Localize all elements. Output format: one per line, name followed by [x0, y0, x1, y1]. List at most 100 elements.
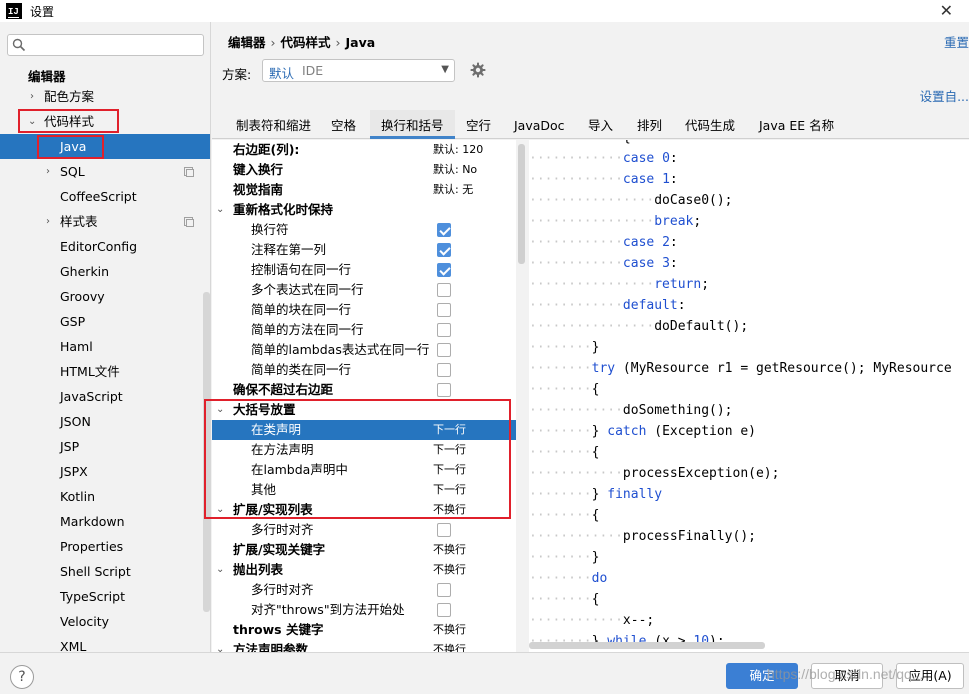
sidebar-item-jsp[interactable]: JSP [0, 434, 210, 459]
settings-search[interactable] [7, 34, 204, 56]
setting-checkbox[interactable] [437, 523, 451, 537]
tab-arrangement[interactable]: 排列 [626, 110, 673, 139]
scheme-select[interactable]: 默认 IDE ▼ [262, 59, 455, 82]
chevron-down-icon[interactable]: ⌄ [216, 200, 224, 220]
sidebar-item-label: EditorConfig [60, 239, 138, 254]
code-line: ········} finally [529, 484, 969, 505]
code-token: doCase0(); [654, 193, 733, 208]
reset-link[interactable]: 重置 [944, 32, 969, 51]
gear-icon[interactable] [470, 62, 486, 78]
setting-value[interactable]: 默认: No [433, 160, 477, 180]
set-from-link[interactable]: 设置自... [920, 86, 969, 105]
sidebar-item-typescript[interactable]: TypeScript [0, 584, 210, 609]
setting-row[interactable]: 键入换行 默认: No [212, 160, 516, 180]
setting-value[interactable]: 默认: 无 [433, 180, 473, 200]
code-keyword: try [591, 361, 616, 376]
search-icon [12, 38, 26, 52]
setting-checkbox[interactable] [437, 283, 451, 297]
sidebar-item-properties[interactable]: Properties [0, 534, 210, 559]
sidebar-item-jspx[interactable]: JSPX [0, 459, 210, 484]
setting-checkbox[interactable] [437, 303, 451, 317]
tab-code-generation[interactable]: 代码生成 [674, 110, 746, 139]
sidebar-item-xml[interactable]: XML [0, 634, 210, 652]
sidebar-item-groovy[interactable]: Groovy [0, 284, 210, 309]
sidebar-item-sql[interactable]: › SQL [0, 159, 210, 184]
tab-blank-lines[interactable]: 空行 [455, 110, 502, 139]
setting-checkbox[interactable] [437, 383, 451, 397]
sidebar-item-color-scheme[interactable]: › 配色方案 [0, 84, 210, 109]
sidebar-item-json[interactable]: JSON [0, 409, 210, 434]
chevron-down-icon[interactable]: ⌄ [216, 640, 224, 652]
setting-row[interactable]: 控制语句在同一行 [212, 260, 516, 280]
sidebar-item-stylesheets[interactable]: › 样式表 [0, 209, 210, 234]
chevron-right-icon[interactable]: › [46, 209, 50, 234]
sidebar-item-java[interactable]: Java [0, 134, 210, 159]
setting-value[interactable]: 不换行 [433, 620, 466, 640]
close-icon[interactable]: ✕ [940, 1, 953, 20]
setting-row[interactable]: 换行符 [212, 220, 516, 240]
sidebar-item-gherkin[interactable]: Gherkin [0, 259, 210, 284]
setting-row[interactable]: 确保不超过右边距 [212, 380, 516, 400]
setting-row[interactable]: 注释在第一列 [212, 240, 516, 260]
setting-row[interactable]: 简单的lambdas表达式在同一行 [212, 340, 516, 360]
setting-checkbox[interactable] [437, 223, 451, 237]
setting-group[interactable]: ⌄ 重新格式化时保持 [212, 200, 516, 220]
chevron-right-icon[interactable]: › [30, 84, 34, 109]
setting-row[interactable]: 多个表达式在同一行 [212, 280, 516, 300]
sidebar-item-html[interactable]: HTML文件 [0, 359, 210, 384]
setting-checkbox[interactable] [437, 263, 451, 277]
scroll-thumb[interactable] [518, 144, 525, 264]
sidebar-item-label: HTML文件 [60, 364, 120, 379]
sidebar-item-velocity[interactable]: Velocity [0, 609, 210, 634]
setting-row[interactable]: 视觉指南 默认: 无 [212, 180, 516, 200]
watermark: https://blog.csdn.net/qq... [767, 666, 924, 682]
tab-wrapping-and-braces[interactable]: 换行和括号 [370, 110, 455, 139]
tab-imports[interactable]: 导入 [577, 110, 624, 139]
setting-group[interactable]: ⌄ 抛出列表 不换行 [212, 560, 516, 580]
chevron-down-icon[interactable]: ⌄ [216, 560, 224, 580]
setting-value[interactable]: 默认: 120 [433, 140, 483, 160]
scheme-label: 方案: [222, 67, 252, 82]
chevron-right-icon[interactable]: › [46, 159, 50, 184]
tab-tabs-and-indents[interactable]: 制表符和缩进 [225, 110, 322, 139]
sidebar-item-javascript[interactable]: JavaScript [0, 384, 210, 409]
setting-checkbox[interactable] [437, 583, 451, 597]
sidebar-item-editorconfig[interactable]: EditorConfig [0, 234, 210, 259]
sidebar-item-kotlin[interactable]: Kotlin [0, 484, 210, 509]
setting-row[interactable]: 简单的方法在同一行 [212, 320, 516, 340]
settings-scrollbar[interactable] [516, 140, 528, 652]
code-token: { [591, 445, 600, 460]
code-indent: ················ [529, 193, 655, 208]
setting-row[interactable]: 简单的类在同一行 [212, 360, 516, 380]
tab-javadoc[interactable]: JavaDoc [503, 110, 576, 139]
code-token: { [591, 508, 600, 523]
setting-row[interactable]: 多行时对齐 [212, 580, 516, 600]
setting-checkbox[interactable] [437, 323, 451, 337]
setting-checkbox[interactable] [437, 343, 451, 357]
setting-row[interactable]: 多行时对齐 [212, 520, 516, 540]
setting-value[interactable]: 不换行 [433, 560, 466, 580]
tab-java-ee-names[interactable]: Java EE 名称 [748, 110, 845, 139]
setting-row[interactable]: 对齐"throws"到方法开始处 [212, 600, 516, 620]
code-indent: ············ [529, 140, 623, 145]
search-input[interactable] [30, 37, 200, 53]
code-line: ················return; [529, 274, 969, 295]
setting-checkbox[interactable] [437, 243, 451, 257]
sidebar-item-coffeescript[interactable]: CoffeeScript [0, 184, 210, 209]
sidebar-item-haml[interactable]: Haml [0, 334, 210, 359]
setting-checkbox[interactable] [437, 603, 451, 617]
setting-row[interactable]: 右边距(列): 默认: 120 [212, 140, 516, 160]
sidebar-item-gsp[interactable]: GSP [0, 309, 210, 334]
setting-row[interactable]: throws 关键字 不换行 [212, 620, 516, 640]
setting-value[interactable]: 不换行 [433, 540, 466, 560]
sidebar-item-markdown[interactable]: Markdown [0, 509, 210, 534]
setting-row[interactable]: 简单的块在同一行 [212, 300, 516, 320]
setting-checkbox[interactable] [437, 363, 451, 377]
setting-group[interactable]: ⌄ 方法声明参数 不换行 [212, 640, 516, 652]
setting-row[interactable]: 扩展/实现关键字 不换行 [212, 540, 516, 560]
sidebar-item-shell-script[interactable]: Shell Script [0, 559, 210, 584]
help-button[interactable]: ? [10, 665, 34, 689]
tab-spaces[interactable]: 空格 [320, 110, 367, 139]
code-horizontal-scrollbar[interactable] [529, 642, 765, 649]
setting-value[interactable]: 不换行 [433, 640, 466, 652]
